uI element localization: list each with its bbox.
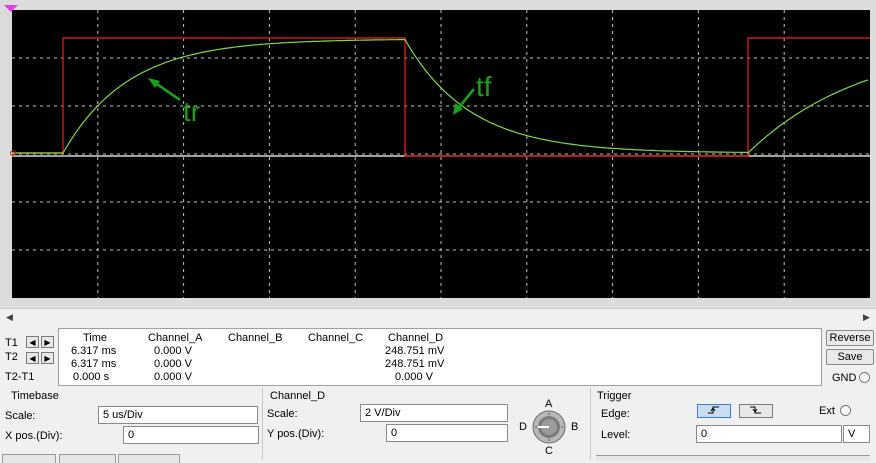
t2-t1-channel-a: 0.000 V [154,371,192,383]
tab-button-1[interactable] [2,454,56,463]
measurement-readout: Time Channel_A Channel_B Channel_C Chann… [58,328,822,386]
ext-label: Ext [819,405,835,417]
tab-button-2[interactable] [59,454,116,463]
selector-a-label: A [545,398,553,410]
falling-edge-icon [750,406,761,414]
horizontal-scrollbar[interactable]: ◀ ▶ [0,308,876,326]
save-button[interactable]: Save [826,349,874,365]
gnd-terminal-icon[interactable] [859,372,870,383]
t2-t1-channel-d: 0.000 V [395,371,433,383]
scroll-left-icon[interactable]: ◀ [2,311,17,323]
channel-scale-field[interactable]: 2 V/Div [360,404,508,422]
y-pos-field[interactable]: 0 [386,424,508,442]
trigger-bottom-bar [596,455,870,461]
selector-c-label: C [545,445,553,457]
t1-channel-d: 248.751 mV [385,345,445,357]
header-time: Time [83,332,108,344]
timebase-scale-field[interactable]: 5 us/Div [98,406,258,424]
oscilloscope-display: tr tf [0,0,876,308]
cursor-t2-label: T2 [5,351,18,363]
edge-label: Edge: [601,408,630,420]
t2-left-button[interactable]: ◀ [26,352,39,364]
channel-scale-label: Scale: [267,408,298,420]
trigger-level-unit[interactable]: V [843,425,870,443]
t2-time: 6.317 ms [71,358,117,370]
t2-t1-label: T2-T1 [5,371,35,383]
t1-channel-a: 0.000 V [154,345,192,357]
ext-radio[interactable] [840,405,851,416]
scroll-right-icon[interactable]: ▶ [859,311,874,323]
timebase-scale-label: Scale: [5,410,36,422]
rising-edge-button[interactable] [697,404,731,418]
header-channel-c: Channel_C [308,332,364,344]
t2-t1-time: 0.000 s [73,371,110,383]
header-channel-d: Channel_D [388,332,444,344]
separator [262,388,263,460]
header-channel-a: Channel_A [148,332,203,344]
rise-time-label: tr [183,96,200,127]
trigger-title: Trigger [597,390,632,402]
t2-channel-a: 0.000 V [154,358,192,370]
separator [590,388,591,460]
gnd-label: GND [832,372,857,384]
falling-edge-button[interactable] [739,404,773,418]
reverse-button[interactable]: Reverse [826,330,874,346]
trigger-level-field[interactable]: 0 [696,425,842,443]
cursor-t1-label: T1 [5,337,18,349]
fall-time-label: tf [476,71,492,102]
t2-right-button[interactable]: ▶ [41,352,54,364]
t2-channel-d: 248.751 mV [385,358,445,370]
x-pos-field[interactable]: 0 [123,426,259,444]
channel-title: Channel_D [270,390,326,402]
level-label: Level: [601,429,631,441]
timebase-title: Timebase [11,390,59,402]
selector-d-label: D [519,421,527,433]
selector-b-label: B [571,421,579,433]
oscilloscope-screen: tr tf [0,0,876,308]
header-channel-b: Channel_B [228,332,283,344]
t1-time: 6.317 ms [71,345,117,357]
tab-button-3[interactable] [118,454,180,463]
x-pos-label: X pos.(Div): [5,430,63,442]
rising-edge-icon [708,406,719,414]
t1-right-button[interactable]: ▶ [41,336,54,348]
y-pos-label: Y pos.(Div): [267,428,325,440]
t1-left-button[interactable]: ◀ [26,336,39,348]
